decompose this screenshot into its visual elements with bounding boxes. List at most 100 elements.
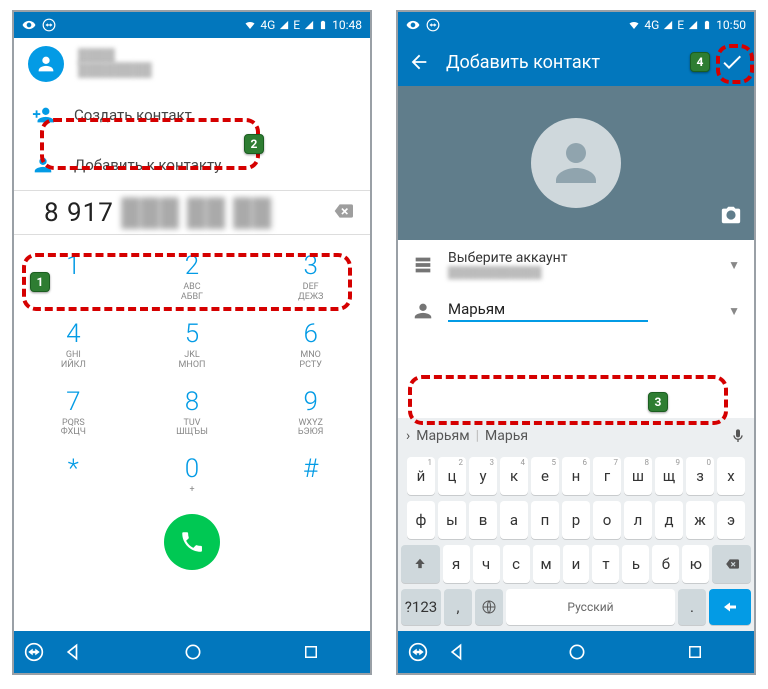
dialpad-key-9[interactable]: 9WXYZЬЭЮЯ	[251, 377, 370, 445]
phone-add-contact-screen: 4G E 10:50 Добавить контакт Выберите акк…	[396, 10, 756, 675]
key-з[interactable]: з0	[686, 457, 714, 495]
save-check-icon[interactable]	[720, 50, 744, 74]
contact-photo-area[interactable]	[398, 86, 754, 240]
call-button[interactable]	[164, 514, 220, 570]
dialpad-key-7[interactable]: 7PQRSФХЦЧ	[14, 377, 133, 445]
dialpad-key-6[interactable]: 6MNOРСТУ	[251, 309, 370, 377]
network-e: E	[677, 18, 684, 32]
appbar-title: Добавить контакт	[446, 52, 704, 73]
signal-icon-2	[304, 20, 314, 30]
nav-bar	[398, 631, 754, 673]
key-enter[interactable]	[709, 589, 751, 625]
key-м[interactable]: м	[533, 545, 560, 583]
annotation-badge-4: 4	[690, 52, 710, 72]
key-й[interactable]: й1	[407, 457, 435, 495]
key-ь[interactable]: ь	[622, 545, 649, 583]
dialpad: 1 2ABCАБВГ3DEFДЕЖЗ 4GHIИЙКЛ5JKLМНОП6MNOРС…	[14, 235, 370, 508]
key-space[interactable]: Русский	[506, 589, 675, 625]
key-globe[interactable]	[475, 589, 503, 625]
dialpad-key-2[interactable]: 2ABCАБВГ	[133, 241, 252, 309]
key-р[interactable]: р	[562, 501, 590, 539]
dialpad-key-*[interactable]: *	[14, 444, 133, 502]
number-visible: 8 917	[44, 198, 114, 228]
teamviewer-icon	[42, 18, 56, 32]
key-г[interactable]: г7	[593, 457, 621, 495]
mic-icon[interactable]	[730, 428, 746, 444]
key-у[interactable]: у3	[469, 457, 497, 495]
dialpad-key-#[interactable]: #	[251, 444, 370, 502]
key-о[interactable]: о	[593, 501, 621, 539]
avatar-icon	[28, 46, 64, 82]
key-б[interactable]: б	[652, 545, 679, 583]
nav-recent-icon[interactable]	[302, 643, 320, 661]
chevron-down-icon: ▼	[728, 258, 740, 272]
key-н[interactable]: н6	[562, 457, 590, 495]
key-а[interactable]: а	[500, 501, 528, 539]
account-label: Выберите аккаунт	[448, 250, 714, 266]
account-icon	[412, 254, 434, 276]
suggestion-2[interactable]: Марья	[485, 428, 528, 444]
teamviewer-icon[interactable]	[24, 642, 44, 662]
key-т[interactable]: т	[592, 545, 619, 583]
create-contact-item[interactable]: Создать контакт	[14, 90, 370, 140]
key-shift[interactable]	[401, 545, 440, 583]
key-numsym[interactable]: ?123	[401, 589, 441, 625]
nav-back-icon[interactable]	[64, 642, 84, 662]
dialpad-key-4[interactable]: 4GHIИЙКЛ	[14, 309, 133, 377]
key-ф[interactable]: ф	[407, 501, 435, 539]
dialpad-key-8[interactable]: 8TUVШЩЪЫ	[133, 377, 252, 445]
nav-home-icon[interactable]	[183, 642, 203, 662]
person-icon	[412, 300, 434, 322]
key-л[interactable]: л	[624, 501, 652, 539]
nav-recent-icon[interactable]	[686, 643, 704, 661]
account-field[interactable]: Выберите аккаунт ████████████ ▼	[398, 240, 754, 289]
nav-home-icon[interactable]	[567, 642, 587, 662]
key-backspace[interactable]	[712, 545, 751, 583]
status-time: 10:48	[332, 18, 362, 32]
add-to-contact-item[interactable]: Добавить к контакту	[14, 140, 370, 190]
key-в[interactable]: в	[469, 501, 497, 539]
annotation-badge-2: 2	[244, 134, 264, 154]
annotation-badge-1: 1	[30, 272, 50, 292]
chevron-down-icon[interactable]: ▼	[728, 304, 740, 318]
backspace-button[interactable]	[330, 201, 356, 225]
key-ш[interactable]: ш8	[624, 457, 652, 495]
camera-icon[interactable]	[720, 204, 742, 230]
nav-back-icon[interactable]	[448, 642, 468, 662]
key-ж[interactable]: ж	[686, 501, 714, 539]
avatar-placeholder-icon	[531, 118, 621, 208]
status-bar: 4G E 10:50	[398, 12, 754, 38]
wifi-icon	[628, 19, 640, 31]
signal-icon-2	[688, 20, 698, 30]
back-arrow-icon[interactable]	[408, 51, 430, 73]
network-4g: 4G	[260, 18, 275, 32]
dialpad-key-3[interactable]: 3DEFДЕЖЗ	[251, 241, 370, 309]
key-э[interactable]: э	[717, 501, 745, 539]
key-щ[interactable]: щ9	[655, 457, 683, 495]
key-ы[interactable]: ы	[438, 501, 466, 539]
key-ю[interactable]: ю	[682, 545, 709, 583]
number-hidden: ███ ██ ██	[114, 197, 272, 228]
contact-suggestion[interactable]: ████ ████████	[14, 38, 370, 90]
dialpad-key-0[interactable]: 0+	[133, 444, 252, 502]
key-п[interactable]: п	[531, 501, 559, 539]
key-и[interactable]: и	[563, 545, 590, 583]
key-ц[interactable]: ц2	[438, 457, 466, 495]
network-4g: 4G	[644, 18, 659, 32]
key-с[interactable]: с	[503, 545, 530, 583]
teamviewer-icon[interactable]	[408, 642, 428, 662]
key-д[interactable]: д	[655, 501, 683, 539]
key-х[interactable]: х	[717, 457, 745, 495]
key-я[interactable]: я	[443, 545, 470, 583]
suggestion-1[interactable]: Марьям	[416, 428, 469, 444]
key-period[interactable]: .	[678, 589, 706, 625]
key-к[interactable]: к4	[500, 457, 528, 495]
expand-icon[interactable]: ›	[406, 428, 410, 444]
name-field[interactable]: Марьям ▼	[398, 289, 754, 332]
name-input[interactable]: Марьям	[448, 300, 648, 322]
key-е[interactable]: е5	[531, 457, 559, 495]
key-ч[interactable]: ч	[473, 545, 500, 583]
wifi-icon	[244, 19, 256, 31]
key-comma[interactable]: ,	[444, 589, 472, 625]
dialpad-key-5[interactable]: 5JKLМНОП	[133, 309, 252, 377]
